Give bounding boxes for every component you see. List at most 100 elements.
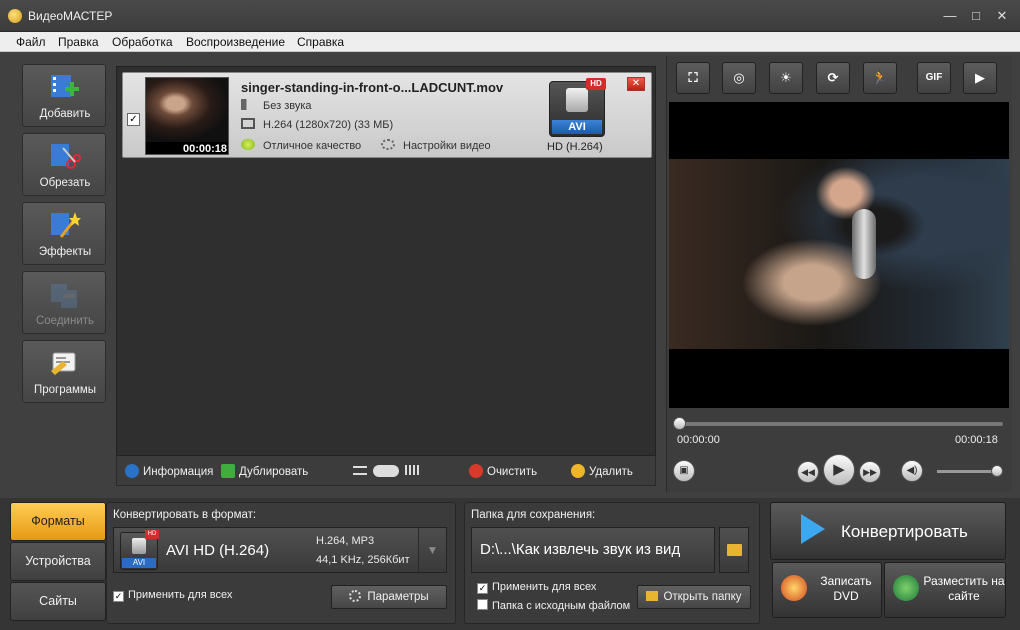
clear-icon <box>469 464 483 478</box>
crop-icon: ⛶ <box>688 70 698 85</box>
play-frame-button[interactable]: ▶ <box>963 62 997 94</box>
main-area: Добавить Обрезать Эффекты Соединить Прог… <box>0 52 1020 498</box>
quality-text: Отличное качество <box>263 140 362 152</box>
quality-gear-icon <box>241 139 255 150</box>
small-avi-label: AVI <box>122 558 156 568</box>
menu-bar: Файл Правка Обработка Воспроизведение Сп… <box>0 32 1020 52</box>
brightness-button[interactable]: ☀ <box>769 62 803 94</box>
menu-playback[interactable]: Воспроизведение <box>186 35 285 49</box>
file-list-toolbar: Информация Дублировать Очистить Удалить <box>116 456 656 486</box>
burn-dvd-button[interactable]: Записать DVD <box>772 562 882 618</box>
save-folder-title: Папка для сохранения: <box>471 509 596 521</box>
speed-button[interactable]: 🏃 <box>863 62 897 94</box>
menu-processing[interactable]: Обработка <box>112 35 173 49</box>
info-button[interactable]: Информация <box>125 464 213 478</box>
parameters-button[interactable]: Параметры <box>331 585 447 609</box>
apply-all-checkbox[interactable]: ✓ Применить для всех <box>113 589 232 602</box>
convert-arrow-icon <box>801 514 825 544</box>
join-button[interactable]: Соединить <box>22 271 106 334</box>
duplicate-button[interactable]: Дублировать <box>221 464 308 478</box>
format-dropdown[interactable]: HD AVI AVI HD (H.264) H.264, MP3 44,1 KH… <box>113 527 447 573</box>
chevron-down-icon[interactable]: ▼ <box>418 528 446 572</box>
file-list-item[interactable]: ✓ 00:00:18 singer-standing-in-front-o...… <box>122 72 652 158</box>
menu-help[interactable]: Справка <box>297 35 344 49</box>
seek-bar[interactable] <box>673 417 1003 430</box>
menu-edit[interactable]: Правка <box>58 35 99 49</box>
play-button[interactable]: ▶ <box>823 454 855 486</box>
snapshot-button[interactable]: ▣ <box>673 460 695 482</box>
cut-button[interactable]: Обрезать <box>22 133 106 196</box>
close-window-button[interactable]: ✕ <box>992 7 1012 25</box>
speaker-icon <box>241 99 255 110</box>
small-hd-badge: HD <box>145 530 159 539</box>
add-video-icon <box>51 75 79 97</box>
source-folder-checkbox[interactable]: Папка с исходным файлом <box>477 599 630 612</box>
programs-button[interactable]: Программы <box>22 340 106 403</box>
microphone-image <box>852 209 876 279</box>
file-checkbox[interactable]: ✓ <box>127 113 140 126</box>
thumbnail-duration: 00:00:18 <box>146 142 228 154</box>
speed-icon: 🏃 <box>871 70 889 85</box>
video-preview[interactable] <box>669 102 1009 408</box>
snapshot-icon: ▣ <box>679 465 689 476</box>
crop-button[interactable]: ⛶ <box>676 62 710 94</box>
add-button[interactable]: Добавить <box>22 64 106 127</box>
gif-icon: GIF <box>925 72 943 83</box>
effects-button[interactable]: Эффекты <box>22 202 106 265</box>
format-codecs: H.264, MP3 <box>316 535 375 547</box>
seek-handle[interactable] <box>673 417 686 430</box>
programs-icon <box>51 352 76 375</box>
rotate-button[interactable]: ⟳ <box>816 62 850 94</box>
settings-gear-icon <box>381 139 395 150</box>
file-name: singer-standing-in-front-o...LADCUNT.mov <box>241 80 504 95</box>
mute-button[interactable]: ◀) <box>901 460 923 482</box>
video-settings-link[interactable]: Настройки видео <box>381 139 491 152</box>
volume-handle[interactable] <box>991 465 1003 477</box>
delete-icon <box>571 464 585 478</box>
convert-button[interactable]: Конвертировать <box>770 502 1006 560</box>
file-list-panel: ✓ 00:00:18 singer-standing-in-front-o...… <box>116 66 656 456</box>
apply-all-folder-box: ✓ <box>477 583 488 594</box>
format-name: AVI HD (H.264) <box>166 542 270 559</box>
cut-button-label: Обрезать <box>39 177 91 189</box>
minimize-button[interactable]: — <box>940 7 960 25</box>
apply-all-folder-checkbox[interactable]: ✓ Применить для всех <box>477 581 596 594</box>
preview-panel: ⛶ ◎ ☀ ⟳ 🏃 GIF ▶ 00:00:00 00:00:18 ▣ ◀◀ ▶… <box>666 56 1012 492</box>
video-thumbnail[interactable]: 00:00:18 <box>145 77 229 155</box>
watermark-button[interactable]: ◎ <box>722 62 756 94</box>
globe-icon <box>893 575 919 601</box>
audio-info-text: Без звука <box>263 100 312 112</box>
publish-online-button[interactable]: Разместить на сайте <box>884 562 1006 618</box>
audio-info: Без звука <box>241 99 312 112</box>
clear-button[interactable]: Очистить <box>469 464 537 478</box>
film-icon <box>241 118 255 129</box>
menu-file[interactable]: Файл <box>16 35 46 49</box>
tab-sites[interactable]: Сайты <box>10 582 106 621</box>
brightness-icon: ☀ <box>780 70 792 85</box>
save-path-field[interactable]: D:\...\Как извлечь звук из вид <box>471 527 715 573</box>
volume-slider[interactable] <box>937 465 1003 477</box>
video-info-text: H.264 (1280x720) (33 МБ) <box>263 119 394 131</box>
effects-icon <box>51 212 81 238</box>
title-bar: ВидеоМАСТЕР — □ ✕ <box>0 0 1020 32</box>
tab-devices[interactable]: Устройства <box>10 542 106 581</box>
output-format-badge[interactable]: HD AVI <box>549 78 606 137</box>
view-toggle[interactable] <box>353 465 420 478</box>
next-frame-button[interactable]: ▶▶ <box>859 461 881 483</box>
quality-info[interactable]: Отличное качество <box>241 139 361 152</box>
watermark-icon: ◎ <box>733 70 745 85</box>
publish-label: Разместить на сайте <box>923 574 1005 603</box>
tab-formats[interactable]: Форматы <box>10 502 106 541</box>
prev-frame-button[interactable]: ◀◀ <box>797 461 819 483</box>
browse-folder-button[interactable] <box>719 527 749 573</box>
current-time: 00:00:00 <box>677 434 720 446</box>
burn-dvd-label: Записать DVD <box>820 574 872 603</box>
delete-button[interactable]: Удалить <box>571 464 633 478</box>
remove-file-button[interactable]: ✕ <box>627 77 645 91</box>
open-folder-button[interactable]: Открыть папку <box>637 585 751 609</box>
window-title: ВидеоМАСТЕР <box>28 9 113 23</box>
open-folder-icon <box>646 591 659 601</box>
maximize-button[interactable]: □ <box>966 7 986 25</box>
gif-button[interactable]: GIF <box>917 62 951 94</box>
thumbnail-image <box>146 78 228 142</box>
